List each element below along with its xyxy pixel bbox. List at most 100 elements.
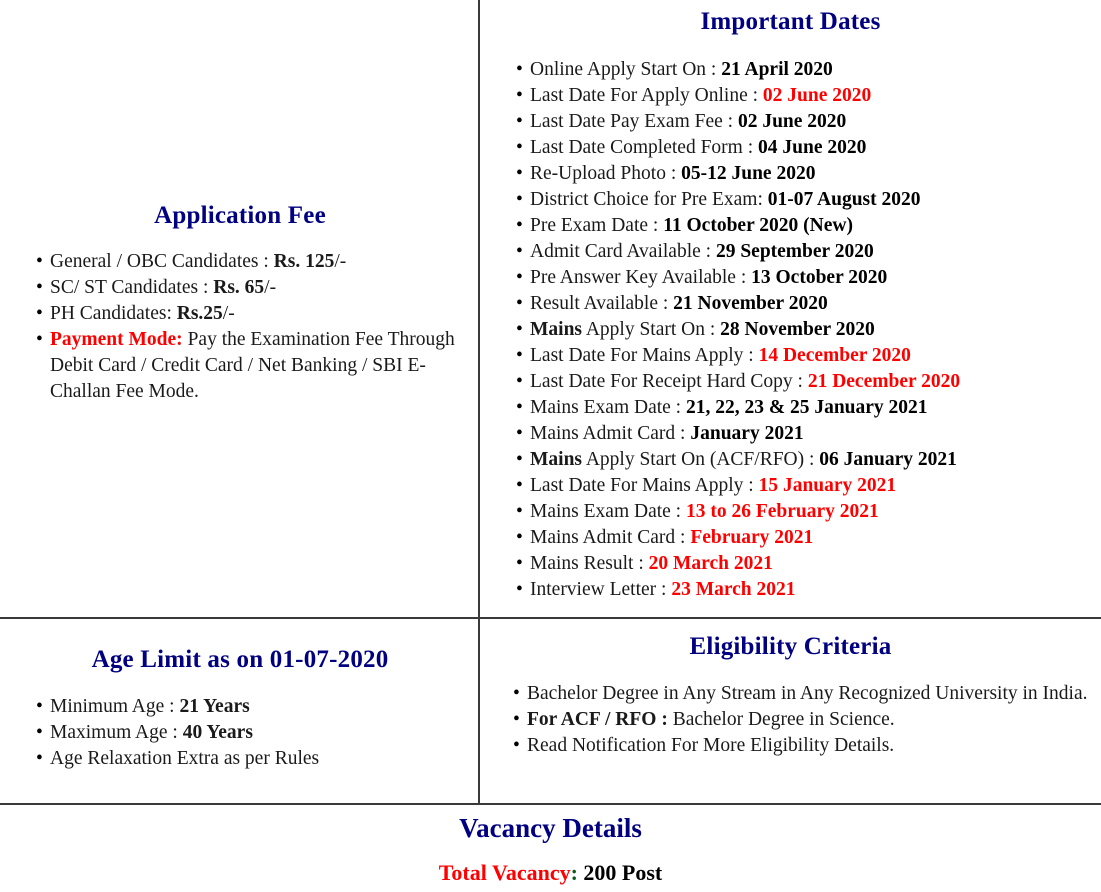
fee-label-general: General / OBC Candidates : [50, 251, 274, 272]
list-item: Maximum Age : 40 Years [36, 720, 456, 746]
date-label: Last Date For Mains Apply : [530, 345, 759, 366]
list-item: Age Relaxation Extra as per Rules [36, 746, 456, 772]
age-limit-title-wrap: Age Limit as on 01-07-2020 [0, 646, 480, 675]
date-label: Last Date For Receipt Hard Copy : [530, 371, 808, 392]
list-item: Mains Exam Date : 21, 22, 23 & 25 Januar… [516, 395, 1101, 421]
vacancy-details-section: Vacancy Details Total Vacancy: 200 Post [0, 805, 1101, 892]
date-label: Last Date Completed Form : [530, 137, 759, 158]
total-vacancy-colon: : [570, 860, 578, 886]
date-label: Mains Admit Card : [530, 423, 691, 444]
info-grid: Application Fee General / OBC Candidates… [0, 0, 1101, 805]
list-item: Mains Result : 20 March 2021 [516, 551, 1101, 577]
age-label: Minimum Age : [50, 696, 180, 717]
date-label-prefix: Mains [530, 319, 583, 340]
list-item: Pre Answer Key Available : 13 October 20… [516, 265, 1101, 291]
date-label: Apply Start On (ACF/RFO) : [582, 449, 820, 470]
date-value: 14 December 2020 [758, 345, 911, 366]
list-item: Online Apply Start On : 21 April 2020 [516, 57, 1101, 83]
age-limit-list: Minimum Age : 21 Years Maximum Age : 40 … [36, 694, 456, 772]
eligibility-title: Eligibility Criteria [689, 633, 892, 660]
list-item: Last Date For Receipt Hard Copy : 21 Dec… [516, 369, 1101, 395]
fee-value-scst: Rs. 65 [213, 277, 265, 298]
date-value: 28 November 2020 [720, 319, 875, 340]
list-item: Mains Admit Card : January 2021 [516, 421, 1101, 447]
application-fee-title: Application Fee [154, 202, 326, 229]
date-label: District Choice for Pre Exam: [530, 189, 768, 210]
fee-value-general: Rs. 125 [273, 251, 335, 272]
vacancy-details-title: Vacancy Details [459, 813, 642, 843]
date-label: Mains Exam Date : [530, 501, 686, 522]
total-vacancy-label: Total Vacancy [438, 860, 571, 886]
age-limit-section: Age Limit as on 01-07-2020 Minimum Age :… [0, 619, 480, 805]
horizontal-divider-middle [0, 617, 1101, 619]
date-label: Interview Letter : [530, 579, 672, 600]
list-item: Last Date For Mains Apply : 15 January 2… [516, 473, 1101, 499]
fee-suffix-ph: /- [222, 303, 235, 324]
list-item: Mains Apply Start On (ACF/RFO) : 06 Janu… [516, 447, 1101, 473]
date-label: Mains Exam Date : [530, 397, 686, 418]
date-value: 13 October 2020 [751, 267, 888, 288]
date-value: 05-12 June 2020 [681, 163, 816, 184]
eligibility-section: Eligibility Criteria Bachelor Degree in … [480, 619, 1101, 805]
date-value: 02 June 2020 [737, 111, 847, 132]
important-dates-title-wrap: Important Dates [480, 8, 1101, 37]
age-limit-title: Age Limit as on 01-07-2020 [91, 646, 389, 673]
date-label: Last Date For Mains Apply : [530, 475, 759, 496]
date-value: 29 September 2020 [715, 241, 874, 262]
fee-label-ph: PH Candidates: [50, 303, 177, 324]
eligibility-text: Bachelor Degree in Any Stream in Any Rec… [527, 683, 1088, 704]
application-fee-list: General / OBC Candidates : Rs. 125/- SC/… [36, 249, 456, 405]
list-item: Re-Upload Photo : 05-12 June 2020 [516, 161, 1101, 187]
eligibility-list: Bachelor Degree in Any Stream in Any Rec… [513, 681, 1093, 759]
date-label: Last Date Pay Exam Fee : [530, 111, 738, 132]
date-value: 23 March 2021 [671, 579, 796, 600]
date-label: Online Apply Start On : [530, 59, 722, 80]
fee-value-ph: Rs.25 [176, 303, 223, 324]
date-value: January 2021 [690, 423, 804, 444]
list-item: Mains Exam Date : 13 to 26 February 2021 [516, 499, 1101, 525]
list-item: Mains Admit Card : February 2021 [516, 525, 1101, 551]
important-dates-title: Important Dates [700, 8, 881, 35]
date-label: Pre Answer Key Available : [530, 267, 752, 288]
total-vacancy-line: Total Vacancy: 200 Post [0, 844, 1101, 886]
date-value: February 2021 [690, 527, 814, 548]
fee-suffix-scst: /- [264, 277, 277, 298]
date-value: 21 November 2020 [673, 293, 828, 314]
date-label: Re-Upload Photo : [530, 163, 682, 184]
list-item: For ACF / RFO : Bachelor Degree in Scien… [513, 707, 1093, 733]
eligibility-title-wrap: Eligibility Criteria [480, 633, 1101, 662]
eligibility-label-prefix: For ACF / RFO : [527, 709, 668, 730]
list-item: Payment Mode: Pay the Examination Fee Th… [36, 327, 456, 405]
age-label: Age Relaxation Extra as per Rules [50, 748, 320, 769]
date-label: Apply Start On : [582, 319, 721, 340]
application-fee-section: Application Fee General / OBC Candidates… [0, 0, 480, 619]
list-item: Read Notification For More Eligibility D… [513, 733, 1093, 759]
list-item: Bachelor Degree in Any Stream in Any Rec… [513, 681, 1093, 707]
date-value: 13 to 26 February 2021 [685, 501, 879, 522]
important-dates-list: Online Apply Start On : 21 April 2020 La… [516, 57, 1101, 603]
list-item: Minimum Age : 21 Years [36, 694, 456, 720]
date-value: 15 January 2021 [758, 475, 897, 496]
date-value: 01-07 August 2020 [767, 189, 921, 210]
list-item: Last Date Pay Exam Fee : 02 June 2020 [516, 109, 1101, 135]
list-item: Interview Letter : 23 March 2021 [516, 577, 1101, 603]
list-item: PH Candidates: Rs.25/- [36, 301, 456, 327]
date-value: 11 October 2020 (New) [663, 215, 853, 236]
payment-mode-label: Payment Mode: [50, 329, 183, 350]
list-item: Last Date For Mains Apply : 14 December … [516, 343, 1101, 369]
date-value: 04 June 2020 [758, 137, 867, 158]
list-item: Admit Card Available : 29 September 2020 [516, 239, 1101, 265]
notification-page: Application Fee General / OBC Candidates… [0, 0, 1101, 892]
list-item: General / OBC Candidates : Rs. 125/- [36, 249, 456, 275]
age-value: 21 Years [179, 696, 250, 717]
date-label: Pre Exam Date : [530, 215, 664, 236]
list-item: Last Date For Apply Online : 02 June 202… [516, 83, 1101, 109]
eligibility-text: Read Notification For More Eligibility D… [527, 735, 895, 756]
date-value: 02 June 2020 [762, 85, 872, 106]
date-value: 06 January 2021 [819, 449, 957, 470]
list-item: Result Available : 21 November 2020 [516, 291, 1101, 317]
date-label: Admit Card Available : [530, 241, 716, 262]
date-value: 21 December 2020 [807, 371, 961, 392]
list-item: Last Date Completed Form : 04 June 2020 [516, 135, 1101, 161]
age-label: Maximum Age : [50, 722, 183, 743]
